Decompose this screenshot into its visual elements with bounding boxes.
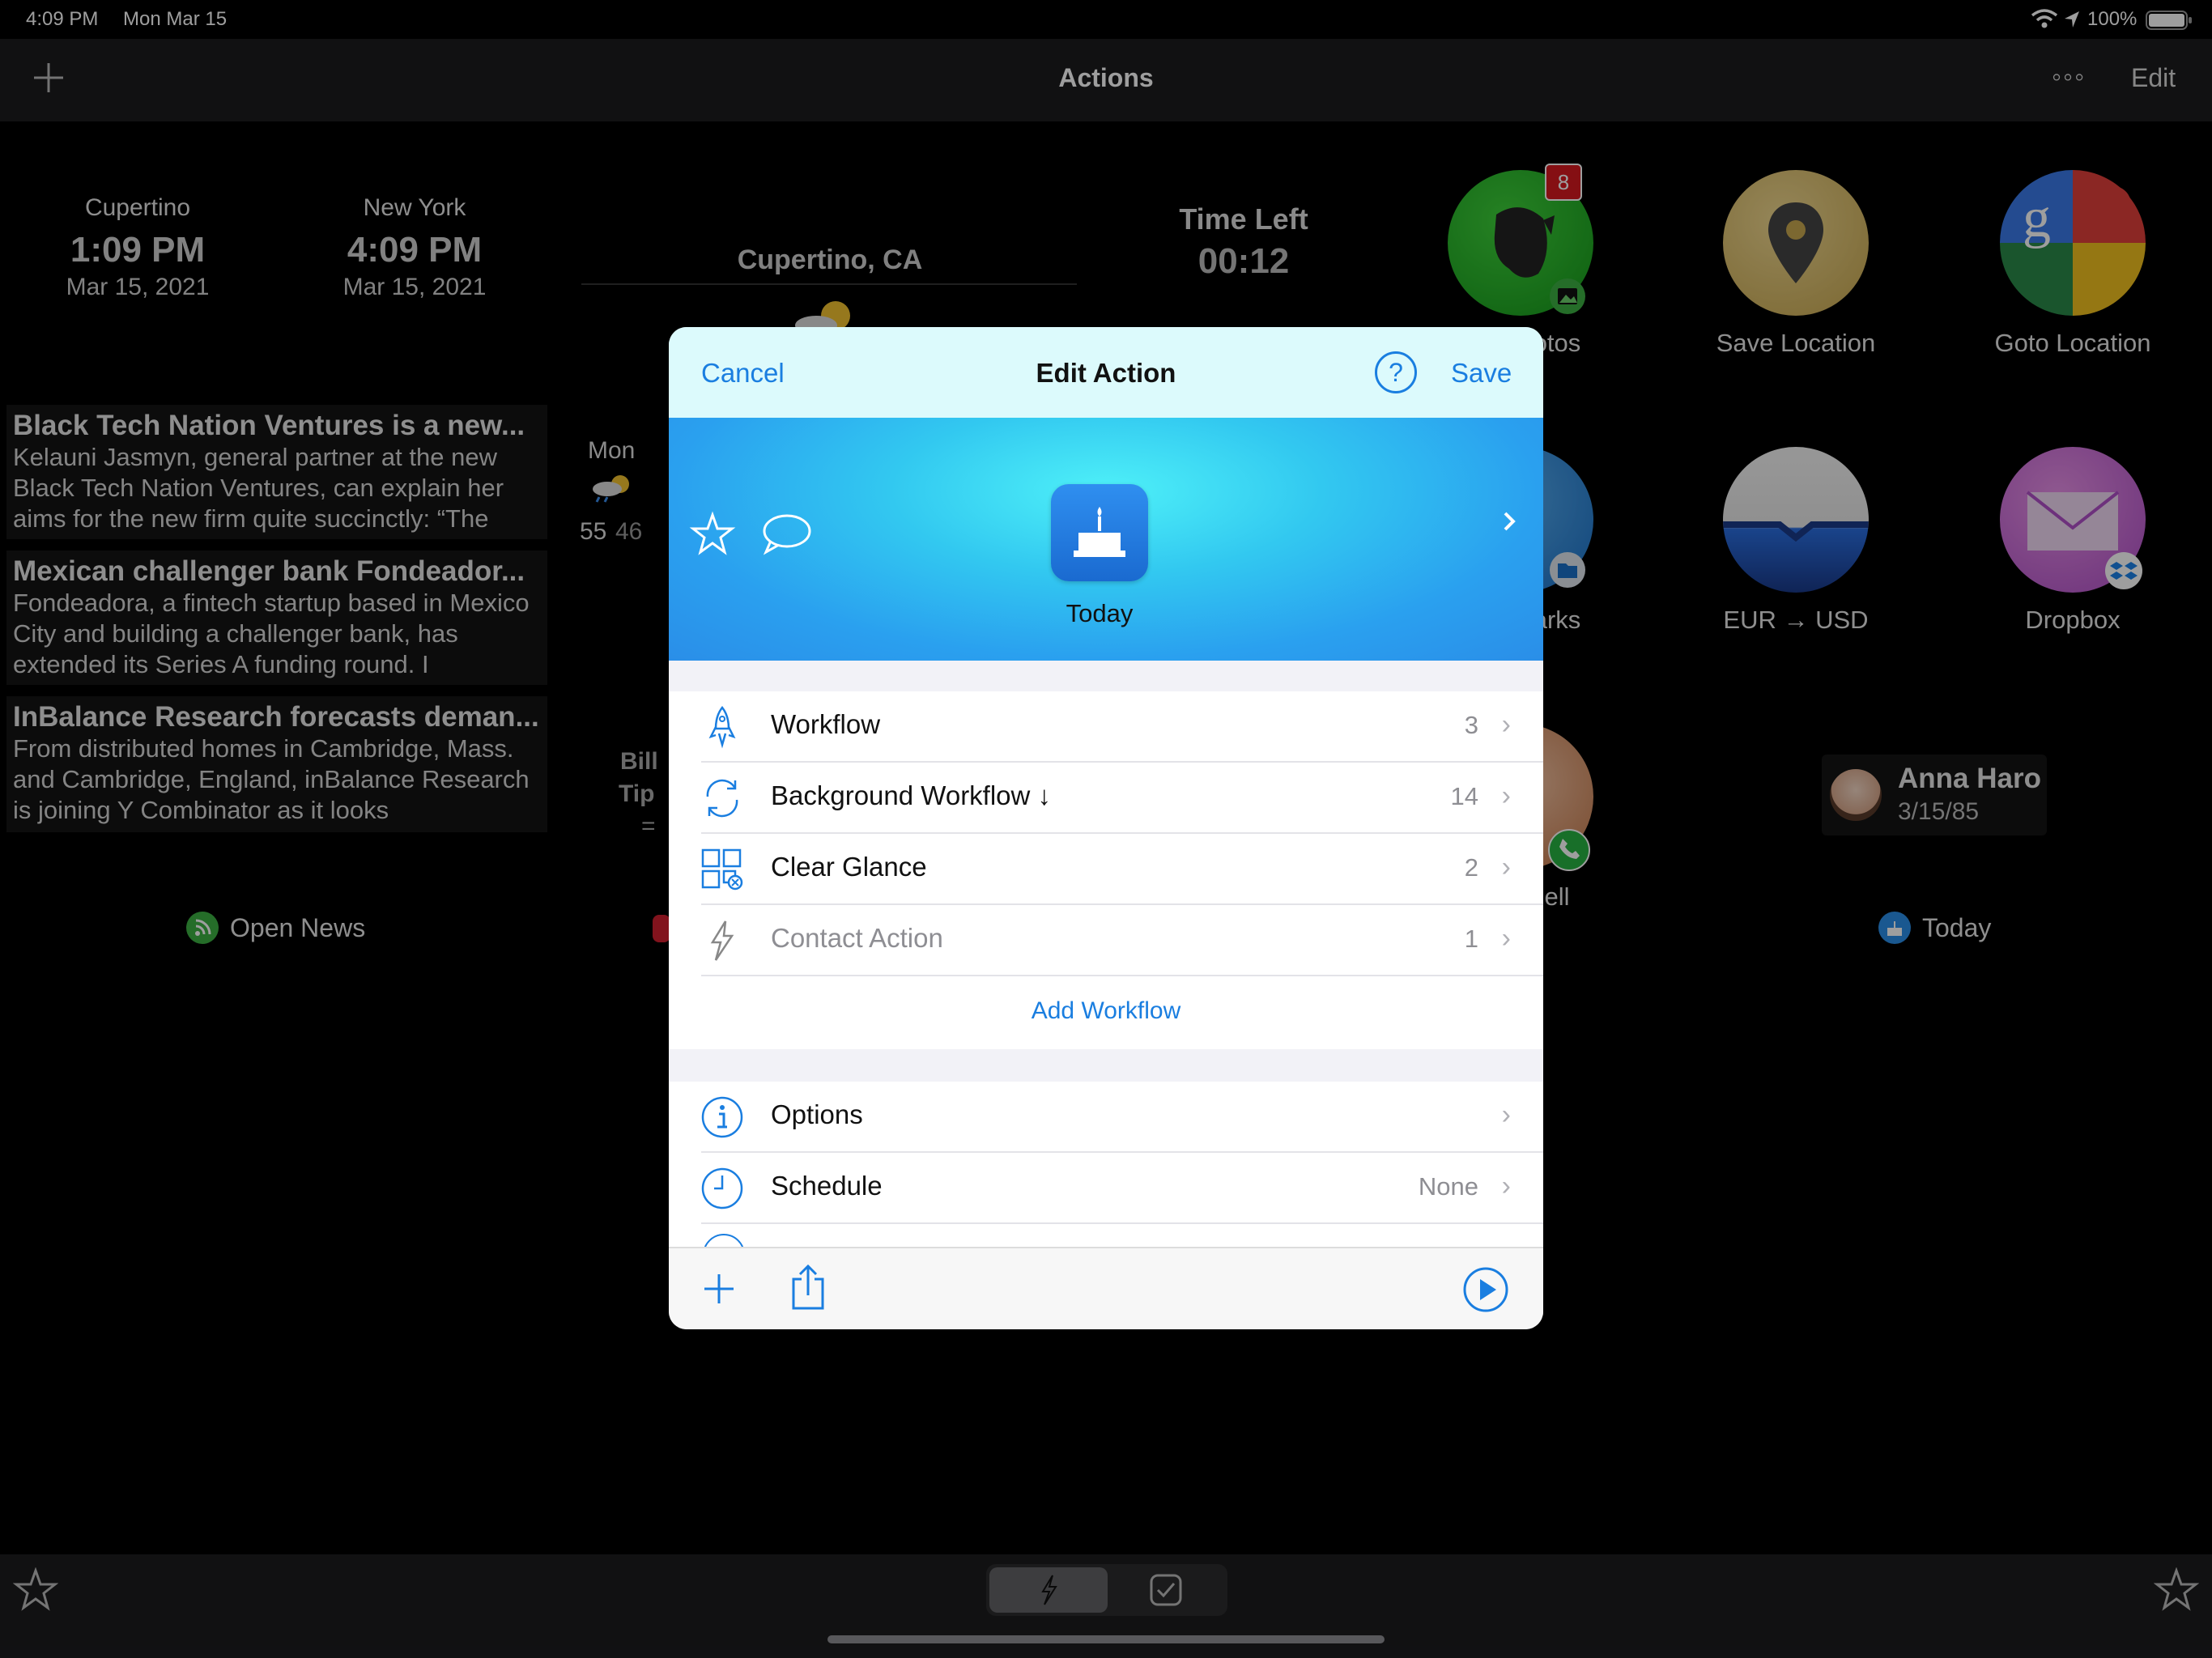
chevron-right-icon: › <box>1501 709 1511 740</box>
location-icon <box>703 1234 745 1247</box>
birthday-cake-icon[interactable] <box>1051 484 1148 581</box>
row-label: Contact Action <box>771 923 943 953</box>
chevron-right-icon: › <box>1501 852 1511 882</box>
action-name: Today <box>1066 599 1134 627</box>
add-button[interactable] <box>701 1271 737 1307</box>
location-row-partial[interactable] <box>669 1224 1543 1247</box>
row-count: 2 <box>1464 853 1478 882</box>
action-hero: Today <box>669 418 1543 661</box>
add-workflow-button[interactable]: Add Workflow <box>669 997 1543 1025</box>
refresh-icon <box>700 776 745 821</box>
save-button[interactable]: Save <box>1451 358 1512 389</box>
row-label: Clear Glance <box>771 852 927 882</box>
schedule-row[interactable]: Schedule None › <box>669 1153 1543 1224</box>
modal-header: Cancel Edit Action ? Save <box>669 327 1543 418</box>
row-label: Background Workflow ↓ <box>771 780 1052 810</box>
contact-action-row[interactable]: Contact Action 1 › <box>669 905 1543 976</box>
play-icon <box>1463 1267 1508 1312</box>
share-button[interactable] <box>789 1263 827 1312</box>
chevron-right-icon: › <box>1501 1099 1511 1130</box>
favorite-star-icon[interactable] <box>688 510 737 559</box>
row-count: 1 <box>1464 925 1478 953</box>
chevron-right-icon: › <box>1501 780 1511 811</box>
row-label: Workflow <box>771 709 881 739</box>
lightning-icon <box>700 918 745 963</box>
row-count: 14 <box>1450 782 1478 810</box>
add-workflow-row: Add Workflow <box>669 976 1543 1049</box>
background-workflow-row[interactable]: Background Workflow ↓ 14 › <box>669 763 1543 834</box>
clock-icon <box>700 1166 745 1211</box>
speech-bubble-icon[interactable] <box>759 512 813 557</box>
info-icon <box>700 1095 745 1140</box>
workflow-row[interactable]: Workflow 3 › <box>669 691 1543 763</box>
options-row[interactable]: Options › <box>669 1082 1543 1153</box>
row-label: Options <box>771 1099 863 1129</box>
row-count: 3 <box>1464 711 1478 739</box>
edit-action-modal: Cancel Edit Action ? Save Today Workflow… <box>669 327 1543 1329</box>
row-value: None <box>1418 1172 1478 1201</box>
clear-glance-row[interactable]: Clear Glance 2 › <box>669 834 1543 905</box>
run-button[interactable] <box>1462 1266 1509 1313</box>
grid-clear-icon <box>700 847 745 892</box>
chevron-right-icon[interactable] <box>1493 505 1525 538</box>
plus-icon <box>704 1274 734 1303</box>
rocket-icon <box>700 704 745 750</box>
share-icon <box>792 1264 824 1310</box>
chevron-right-icon: › <box>1501 1171 1511 1201</box>
modal-toolbar <box>669 1247 1543 1329</box>
chevron-right-icon: › <box>1501 923 1511 954</box>
help-button[interactable]: ? <box>1375 351 1417 393</box>
row-label: Schedule <box>771 1171 883 1201</box>
